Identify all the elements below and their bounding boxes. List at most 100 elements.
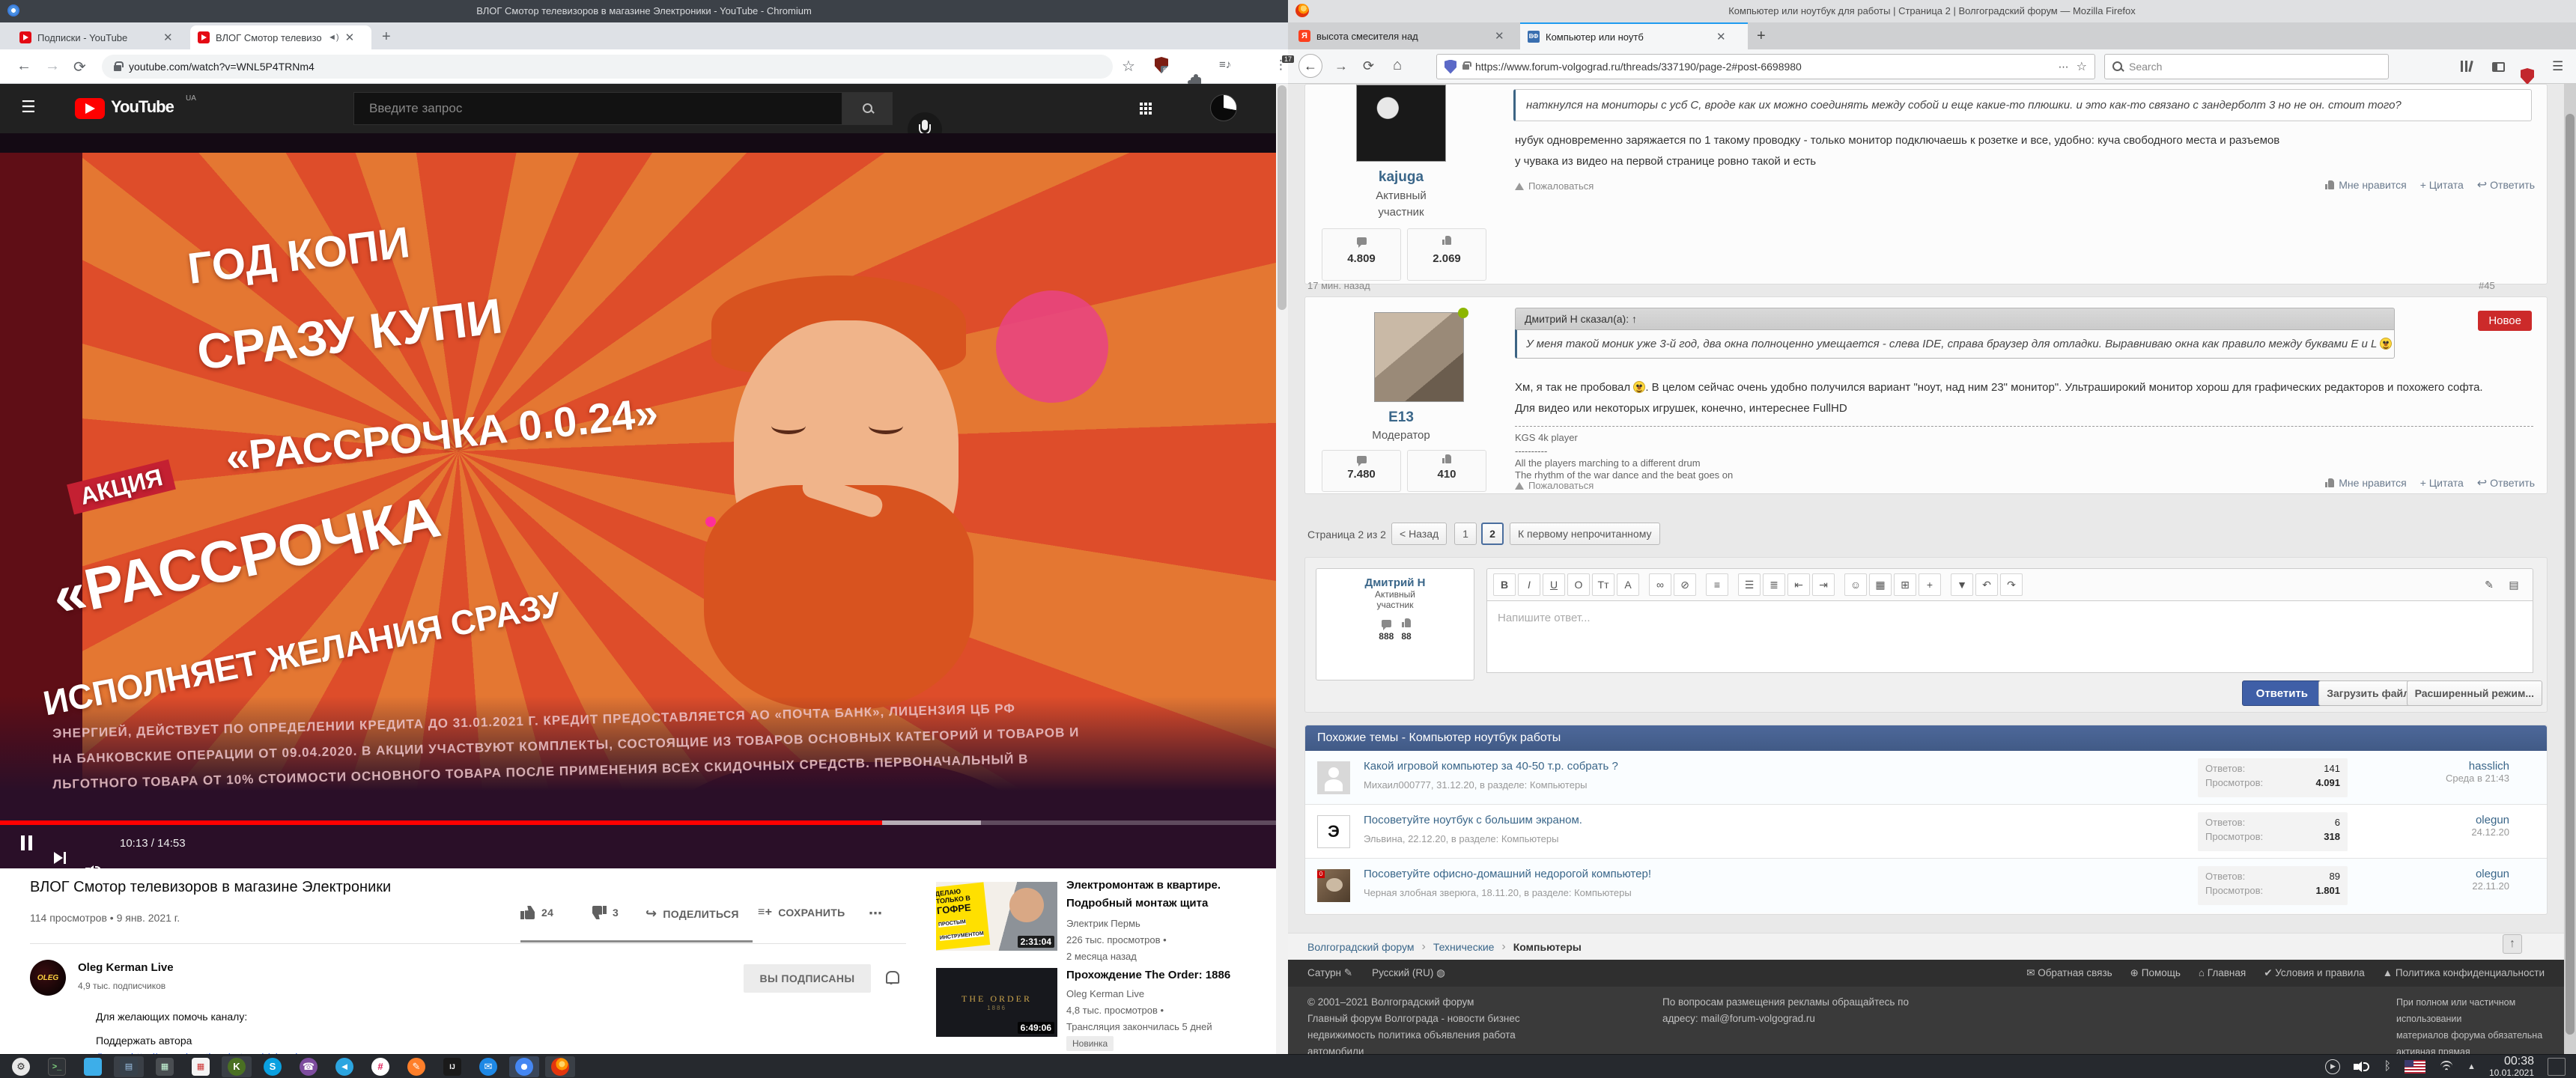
style-chooser[interactable]: Сатурн ✎ [1307, 967, 1352, 979]
next-button-icon[interactable] [54, 852, 66, 864]
ordered-list-button[interactable]: ≣ [1763, 573, 1785, 596]
reply-link[interactable]: ↩Ответить [2477, 475, 2535, 490]
tray-expand-icon[interactable]: ▲ [2467, 1062, 2476, 1071]
channel-avatar[interactable]: OLEG [30, 960, 66, 996]
pagination-first-unread[interactable]: К первому непрочитанному [1510, 523, 1660, 545]
pagination-page-2[interactable]: 2 [1481, 523, 1504, 545]
list-button[interactable]: ☰ [1738, 573, 1761, 596]
similar-topic-row[interactable]: Э Посоветуйте ноутбук с большим экраном.… [1305, 805, 2547, 859]
suggested-title[interactable]: Подробный монтаж щита [1066, 897, 1281, 910]
pagination-prev[interactable]: < Назад [1391, 523, 1447, 545]
firefox-tab-yandex[interactable]: Я высота смесителя над ✕ [1291, 22, 1519, 49]
okular-icon[interactable]: ✎ [401, 1056, 431, 1077]
report-link[interactable]: Пожаловаться [1515, 480, 1594, 491]
bookmark-star-icon[interactable]: ☆ [1122, 57, 1135, 76]
youtube-search-button[interactable] [842, 92, 893, 125]
topic-title[interactable]: Посоветуйте ноутбук с большим экраном. [1364, 814, 1582, 826]
viber-icon[interactable]: ☎ [294, 1056, 323, 1077]
pagination-page-1[interactable]: 1 [1454, 523, 1477, 545]
keyboard-layout-us-icon[interactable] [2405, 1060, 2425, 1074]
unlink-button[interactable]: ⊘ [1674, 573, 1696, 596]
username[interactable]: kajuga [1320, 169, 1482, 186]
last-post-user[interactable]: olegun [2472, 868, 2509, 880]
advanced-mode-button[interactable]: Расширенный режим... [2407, 680, 2542, 706]
underline-button[interactable]: U [1543, 573, 1565, 596]
post-timestamp[interactable]: 17 мин. назад [1307, 280, 1370, 291]
youtube-search-box[interactable] [353, 92, 842, 125]
font-size-button[interactable]: Tт [1592, 573, 1614, 596]
address-bar[interactable]: https://www.forum-volgograd.ru/threads/3… [1436, 54, 2095, 79]
youtube-wordmark[interactable]: YouTube [111, 97, 174, 117]
channel-name[interactable]: Oleg Kerman Live [78, 961, 174, 974]
font-family-button[interactable]: A [1617, 573, 1639, 596]
thunderbird-icon[interactable]: ✉ [473, 1056, 503, 1077]
similar-topic-row[interactable]: Какой игровой компьютер за 40-50 т.р. со… [1305, 751, 2547, 805]
align-button[interactable]: ≡ [1706, 573, 1728, 596]
chromium-titlebar[interactable]: ВЛОГ Смотор телевизоров в магазине Элект… [0, 0, 1288, 22]
video-player[interactable]: ГОД КОПИ СРАЗУ КУПИ «РАССРОЧКА 0.0.24» А… [0, 133, 1288, 868]
last-post-user[interactable]: hasslich [2446, 760, 2509, 773]
footer-link-feedback[interactable]: ✉ Обратная связь [2026, 967, 2112, 979]
tab-audio-icon[interactable]: ◄) [328, 33, 339, 42]
terminal-icon[interactable]: >_ [42, 1056, 72, 1077]
suggested-title[interactable]: Электромонтаж в квартире. [1066, 879, 1281, 892]
topic-title[interactable]: Какой игровой компьютер за 40-50 т.р. со… [1364, 760, 1618, 773]
smilies-button[interactable]: ☺ [1844, 573, 1867, 596]
scrollbar-thumb[interactable] [2566, 114, 2575, 1035]
reply-submit-button[interactable]: Ответить [2242, 680, 2322, 706]
username[interactable]: Дмитрий Н [1316, 576, 1474, 589]
sidebar-icon[interactable] [2492, 62, 2505, 72]
reply-textarea[interactable]: Напишите ответ... [1486, 601, 2533, 673]
breadcrumb-item[interactable]: Волгоградский форум [1307, 941, 1414, 953]
home-icon[interactable]: ⌂ [1393, 57, 1402, 74]
media-player-tray-icon[interactable]: ▶ [2325, 1059, 2340, 1074]
suggested-thumbnail-2[interactable]: THE ORDER 1886 6:49:06 [936, 968, 1057, 1037]
firefox-titlebar[interactable]: Компьютер или ноутбук для работы | Стран… [1288, 0, 2576, 22]
ublock-icon[interactable]: 88 [1155, 57, 1168, 73]
avatar[interactable] [1374, 312, 1464, 402]
pause-button-icon[interactable] [21, 835, 33, 850]
report-link[interactable]: Пожаловаться [1515, 180, 1594, 192]
chromium-tab-video[interactable]: ВЛОГ Смотор телевизо ◄) ✕ [190, 25, 371, 49]
topic-title[interactable]: Посоветуйте офисно-домашний недорогой ко… [1364, 868, 1651, 880]
back-icon[interactable]: ← [1298, 54, 1322, 78]
wifi-tray-icon[interactable] [2439, 1061, 2454, 1073]
forward-icon[interactable]: → [1334, 58, 1348, 74]
youtube-search-input[interactable] [368, 100, 818, 117]
drafts-button[interactable]: ▼ [1951, 573, 1973, 596]
like-link[interactable]: Мне нравится [2325, 179, 2406, 191]
like-link[interactable]: Мне нравится [2325, 477, 2406, 489]
progress-bar[interactable] [0, 820, 1288, 825]
youtube-logo-icon[interactable] [75, 98, 105, 119]
avatar[interactable] [1356, 85, 1446, 162]
app-launcher-icon[interactable]: ⚙ [6, 1056, 36, 1077]
new-tab-button[interactable]: + [382, 28, 391, 46]
bold-button[interactable]: B [1493, 573, 1516, 596]
bbcode-button[interactable]: ✎ [2478, 573, 2500, 596]
save-button[interactable]: ≡+ СОХРАНИТЬ [758, 906, 845, 919]
more-actions-icon[interactable]: ⋯ [869, 906, 882, 922]
language-chooser[interactable]: Русский (RU) ◍ [1372, 967, 1445, 979]
file-manager-icon[interactable] [78, 1056, 108, 1077]
footer-link-help[interactable]: ⊕ Помощь [2130, 967, 2181, 979]
calendar-icon[interactable]: ▦ [186, 1056, 216, 1077]
bluetooth-tray-icon[interactable]: ᛒ [2384, 1060, 2391, 1074]
chromium-tab-subscriptions[interactable]: Подписки - YouTube ✕ [12, 25, 189, 49]
tab-close-icon[interactable]: ✕ [1716, 30, 1726, 43]
quote-header[interactable]: Дмитрий Н сказал(а): ↑ [1515, 308, 2395, 329]
footer-link-privacy[interactable]: ▲ Политика конфиденциальности [2383, 967, 2545, 979]
chromium-task-icon[interactable] [509, 1056, 539, 1077]
channel-bell-icon[interactable] [884, 970, 899, 985]
notes-app-icon[interactable]: ▤ [114, 1056, 144, 1077]
scrollbar-thumb[interactable] [1278, 85, 1287, 310]
username[interactable]: E13 [1320, 409, 1482, 426]
cite-link[interactable]: + Цитата [2420, 477, 2464, 489]
post-number[interactable]: #45 [2479, 280, 2495, 291]
outdent-button[interactable]: ⇤ [1787, 573, 1810, 596]
skype-icon[interactable]: S [258, 1056, 288, 1077]
chromium-scrollbar[interactable] [1276, 84, 1288, 1054]
firefox-task-icon[interactable] [545, 1056, 575, 1077]
account-avatar[interactable] [1210, 94, 1237, 121]
preview-button[interactable]: ▤ [2503, 573, 2525, 596]
indent-button[interactable]: ⇥ [1812, 573, 1835, 596]
